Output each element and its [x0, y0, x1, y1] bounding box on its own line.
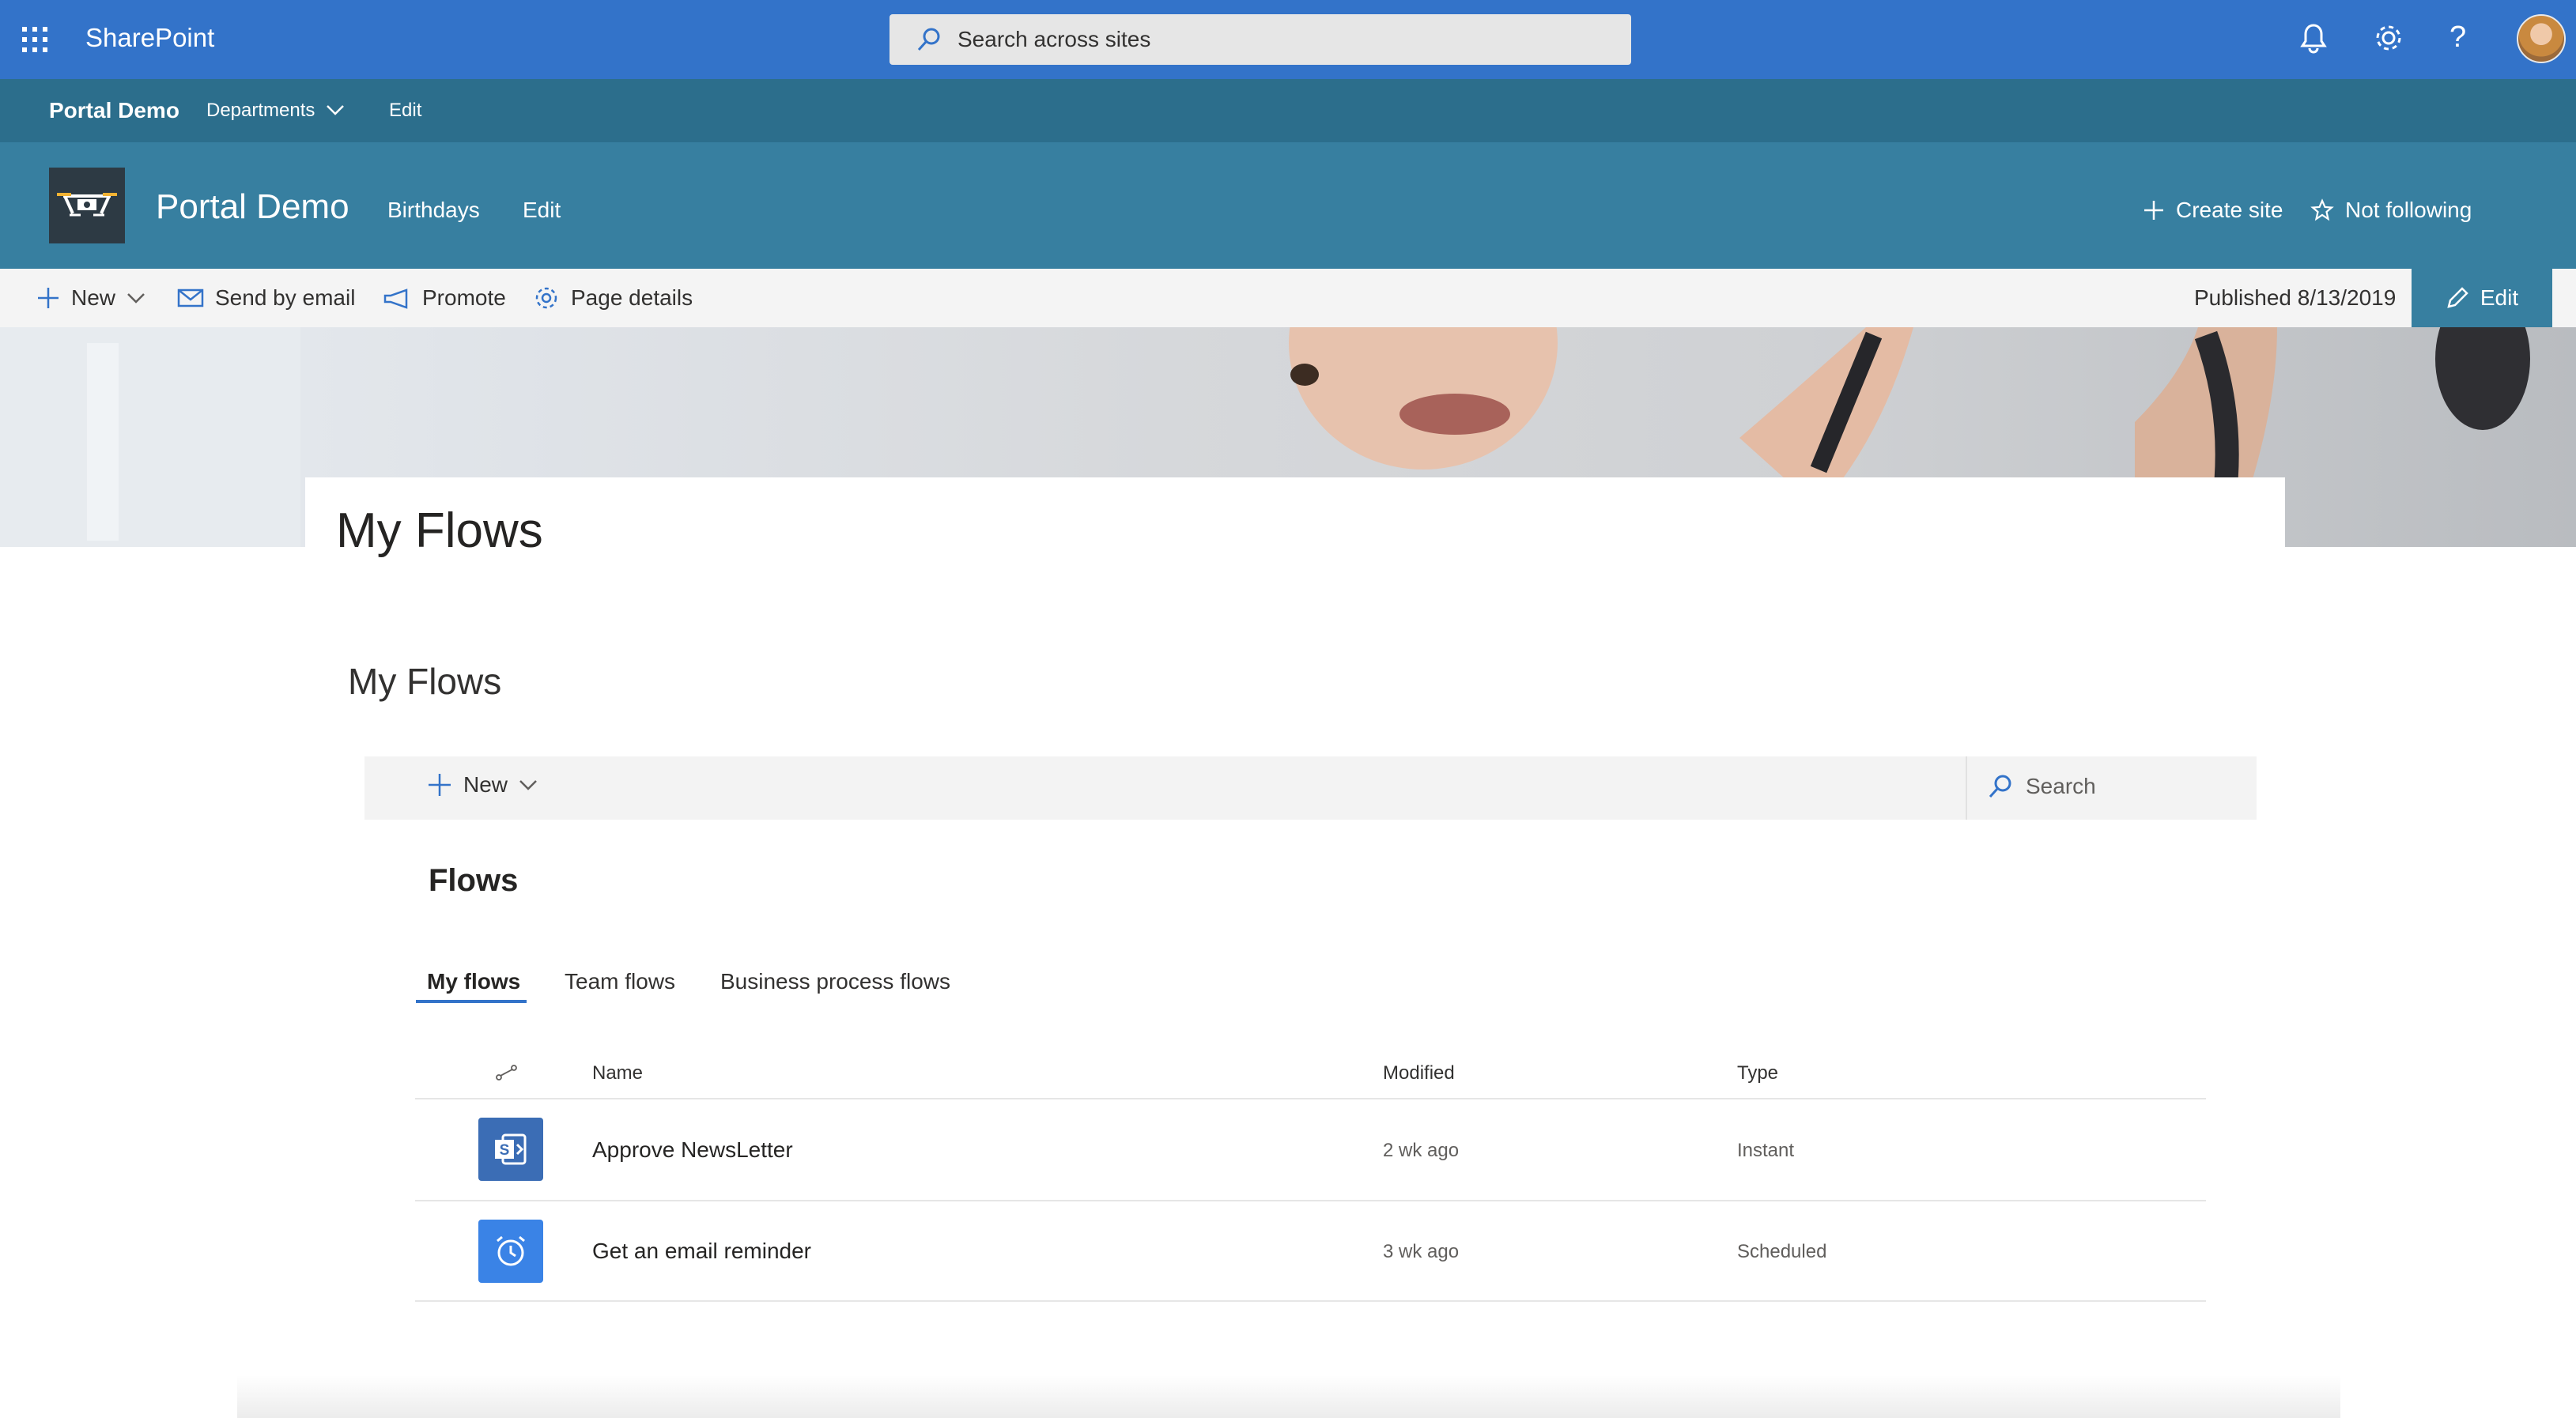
- gear-icon: [533, 285, 560, 311]
- search-icon: [1986, 772, 2015, 801]
- search-placeholder: Search: [2026, 774, 2096, 798]
- flow-type: Instant: [1737, 1140, 1795, 1161]
- new-flow-label: New: [463, 772, 508, 797]
- chevron-down-icon: [127, 292, 145, 304]
- follow-label: Not following: [2345, 198, 2472, 222]
- row-divider: [415, 1300, 2206, 1302]
- hub-site-title[interactable]: Portal Demo: [49, 95, 179, 126]
- site-nav-edit[interactable]: Edit: [523, 194, 561, 226]
- hub-navigation-bar: [0, 79, 2576, 142]
- create-site-button[interactable]: Create site: [2143, 194, 2283, 226]
- svg-text:S: S: [500, 1142, 510, 1159]
- page-details-label: Page details: [571, 285, 693, 310]
- pencil-icon: [2446, 286, 2469, 310]
- webpart-title: My Flows: [348, 661, 502, 702]
- promote-label: Promote: [422, 285, 506, 310]
- chevron-down-icon[interactable]: [326, 103, 345, 117]
- chevron-down-icon: [519, 779, 538, 791]
- flows-heading: Flows: [429, 863, 519, 898]
- flows-command-bar: [364, 756, 2257, 820]
- sharepoint-icon: S: [478, 1118, 543, 1181]
- global-search-input[interactable]: Search across sites: [890, 14, 1631, 65]
- column-header-name[interactable]: Name: [592, 1061, 643, 1086]
- alarm-clock-icon: [478, 1220, 543, 1283]
- new-label: New: [71, 285, 116, 310]
- active-tab-indicator: [416, 1000, 527, 1003]
- tab-team-flows[interactable]: Team flows: [565, 966, 675, 998]
- flow-type: Scheduled: [1737, 1241, 1827, 1262]
- app-brand[interactable]: SharePoint: [85, 22, 214, 54]
- follow-button[interactable]: Not following: [2310, 194, 2472, 226]
- column-header-modified[interactable]: Modified: [1383, 1061, 1455, 1086]
- drone-icon: [57, 193, 117, 217]
- page-details-button[interactable]: Page details: [533, 278, 693, 318]
- settings-gear-icon[interactable]: [2372, 21, 2405, 55]
- hub-nav-departments[interactable]: Departments: [206, 96, 315, 125]
- site-title[interactable]: Portal Demo: [156, 183, 349, 231]
- hub-nav-edit[interactable]: Edit: [389, 96, 421, 125]
- notifications-bell-icon[interactable]: [2299, 22, 2328, 55]
- send-by-email-button[interactable]: Send by email: [177, 278, 355, 318]
- flow-modified: 2 wk ago: [1383, 1140, 1460, 1161]
- megaphone-icon: [383, 287, 411, 309]
- site-logo[interactable]: [49, 168, 125, 243]
- flow-name[interactable]: Approve NewsLetter: [592, 1134, 793, 1166]
- page-title-card: [305, 477, 2285, 596]
- page-title: My Flows: [336, 503, 543, 558]
- edit-page-button[interactable]: Edit: [2412, 269, 2552, 327]
- flow-modified: 3 wk ago: [1383, 1241, 1460, 1262]
- footer-shadow: [237, 1375, 2340, 1418]
- promote-button[interactable]: Promote: [383, 278, 506, 318]
- new-button[interactable]: New: [36, 278, 145, 318]
- send-by-email-label: Send by email: [215, 285, 356, 310]
- new-flow-button[interactable]: New: [427, 772, 538, 798]
- search-icon: [915, 25, 943, 54]
- help-icon[interactable]: ?: [2449, 17, 2466, 57]
- search-placeholder: Search across sites: [958, 27, 1151, 51]
- tab-my-flows[interactable]: My flows: [427, 966, 520, 998]
- site-nav-birthdays[interactable]: Birthdays: [387, 194, 480, 226]
- plus-icon: [2143, 199, 2165, 221]
- tab-business-process-flows[interactable]: Business process flows: [720, 966, 950, 998]
- app-launcher-icon[interactable]: [17, 22, 52, 57]
- flows-search-input[interactable]: Search: [1986, 772, 2096, 801]
- edit-label: Edit: [2480, 285, 2519, 310]
- create-site-label: Create site: [2176, 198, 2283, 222]
- plus-icon: [427, 772, 452, 798]
- command-bar-divider: [1966, 756, 1967, 820]
- column-header-type[interactable]: Type: [1737, 1061, 1778, 1086]
- star-icon: [2310, 198, 2334, 222]
- user-avatar[interactable]: [2517, 14, 2566, 63]
- published-status: Published 8/13/2019: [2194, 285, 2397, 310]
- flow-type-column-icon: [495, 1064, 519, 1081]
- flow-name[interactable]: Get an email reminder: [592, 1235, 811, 1267]
- mail-icon: [177, 288, 204, 308]
- plus-icon: [36, 286, 60, 310]
